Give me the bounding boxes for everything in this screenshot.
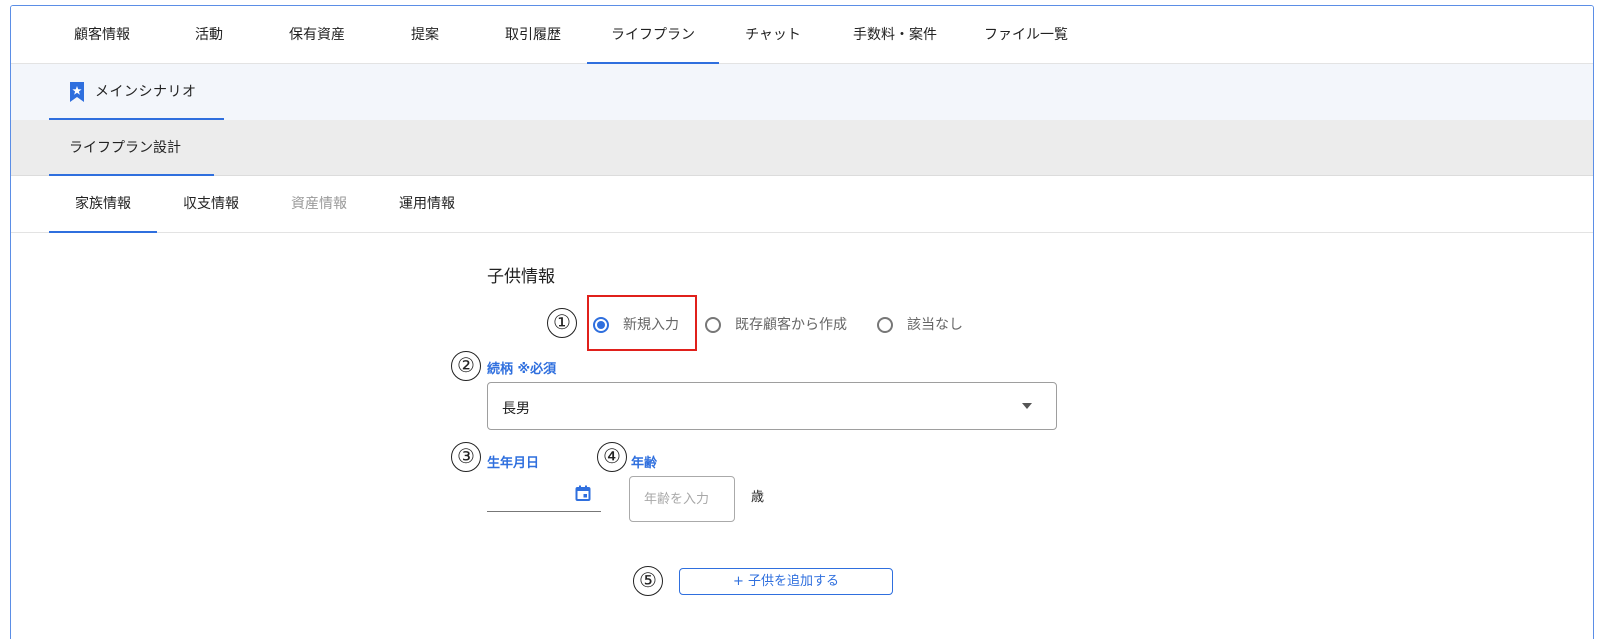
radio-unchecked-icon xyxy=(705,317,721,333)
subtab-family-info[interactable]: 家族情報 xyxy=(49,176,157,233)
sub-tab-bar: 家族情報 収支情報 資産情報 運用情報 xyxy=(11,176,1593,233)
tab-file-list[interactable]: ファイル一覧 xyxy=(963,6,1089,64)
age-input[interactable] xyxy=(629,476,735,522)
tab-activity[interactable]: 活動 xyxy=(155,6,263,64)
age-unit: 歳 xyxy=(751,490,765,505)
radio-not-applicable[interactable]: 該当なし xyxy=(877,314,977,336)
marker-1: ① xyxy=(547,308,577,338)
tab-life-plan-design[interactable]: ライフプラン設計 xyxy=(49,120,214,176)
radio-label: 既存顧客から作成 xyxy=(735,317,847,333)
scenario-bar: メインシナリオ xyxy=(11,64,1593,120)
marker-2: ② xyxy=(451,351,481,381)
tab-life-plan[interactable]: ライフプラン xyxy=(587,6,719,64)
caret-down-icon xyxy=(1022,403,1032,409)
relation-select[interactable]: 長男 xyxy=(487,382,1057,430)
age-label: 年齢 xyxy=(631,456,658,471)
subtab-investment-info[interactable]: 運用情報 xyxy=(373,176,481,233)
subtab-asset-info: 資産情報 xyxy=(291,196,347,212)
subtab-income-expense[interactable]: 収支情報 xyxy=(157,176,265,233)
tab-customer-info[interactable]: 顧客情報 xyxy=(49,6,155,64)
app-frame: 顧客情報 活動 保有資産 提案 取引履歴 ライフプラン チャット 手数料・案件 … xyxy=(10,5,1594,639)
marker-4: ④ xyxy=(597,442,627,472)
relation-value: 長男 xyxy=(502,401,530,417)
radio-label: 新規入力 xyxy=(623,317,679,333)
tab-holdings[interactable]: 保有資産 xyxy=(263,6,371,64)
scenario-label: メインシナリオ xyxy=(95,84,197,100)
bookmark-star-icon xyxy=(70,82,84,102)
radio-new-entry[interactable]: 新規入力 xyxy=(593,314,693,336)
add-child-button[interactable]: + 子供を追加する xyxy=(679,568,893,595)
tab-proposal[interactable]: 提案 xyxy=(371,6,479,64)
tab-fees-deals[interactable]: 手数料・案件 xyxy=(827,6,963,64)
radio-unchecked-icon xyxy=(877,317,893,333)
calendar-icon[interactable] xyxy=(575,485,591,501)
scenario-tab-main[interactable]: メインシナリオ xyxy=(49,64,224,120)
birthdate-label: 生年月日 xyxy=(487,456,540,471)
tab-transaction-history[interactable]: 取引履歴 xyxy=(479,6,587,64)
radio-checked-icon xyxy=(593,317,609,333)
marker-5: ⑤ xyxy=(633,566,663,596)
radio-from-existing-customer[interactable]: 既存顧客から作成 xyxy=(705,314,865,336)
birthdate-input[interactable] xyxy=(487,482,601,512)
tab-chat[interactable]: チャット xyxy=(719,6,827,64)
section-title: 子供情報 xyxy=(487,267,555,287)
radio-label: 該当なし xyxy=(907,317,963,333)
marker-3: ③ xyxy=(451,442,481,472)
design-bar: ライフプラン設計 xyxy=(11,120,1593,176)
relation-label: 続柄 ※必須 xyxy=(487,362,557,377)
top-tab-bar: 顧客情報 活動 保有資産 提案 取引履歴 ライフプラン チャット 手数料・案件 … xyxy=(11,6,1593,64)
